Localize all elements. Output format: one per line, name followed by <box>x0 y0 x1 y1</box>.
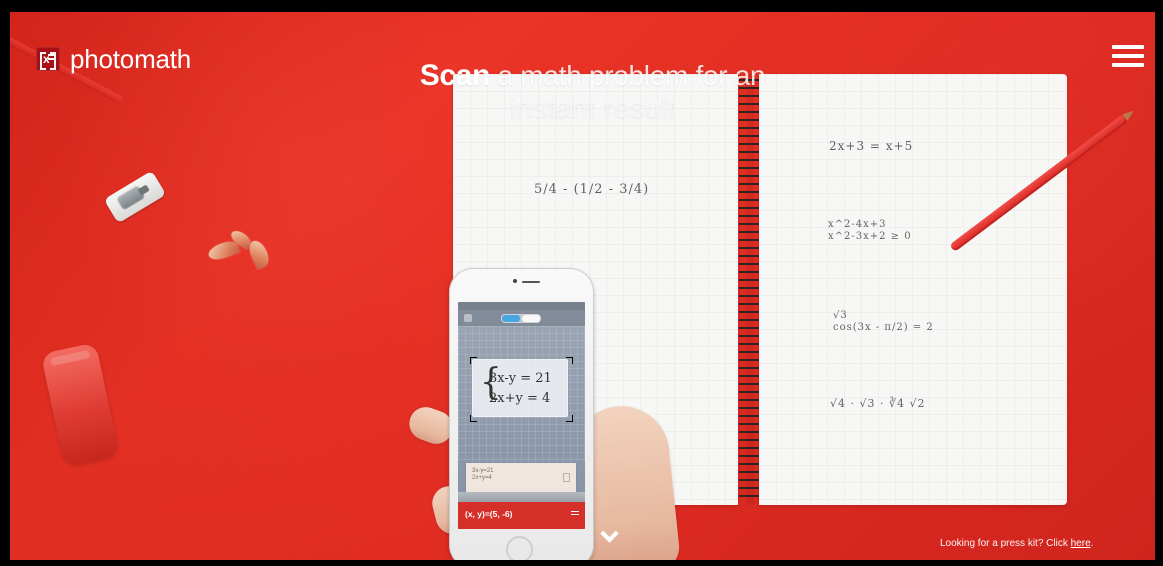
camera-mode-icon <box>502 315 520 322</box>
headline-second-line: instant result <box>509 92 676 124</box>
answer-bar: (x, y)=(5, -6) <box>458 502 585 529</box>
copy-icon <box>563 473 570 482</box>
recognized-problem-card: 3x-y=21 2x+y=4 <box>466 463 576 492</box>
hero-section: x photomath Scan a math problem for an i… <box>10 12 1155 560</box>
right-page-equation-3: √3 cos(3x - π/2) = 2 <box>833 310 934 333</box>
steps-menu-icon <box>571 511 579 518</box>
phone-home-button <box>506 536 533 560</box>
chevron-down-icon[interactable] <box>600 525 620 543</box>
brand-name: photomath <box>70 44 192 74</box>
press-kit-link[interactable]: here <box>1071 538 1091 549</box>
hero-headline: Scan a math problem for an instant resul… <box>395 59 790 124</box>
answer-text: (x, y)=(5, -6) <box>465 509 513 519</box>
app-toolbar <box>458 310 585 326</box>
right-page-equation-4: √4 · √3 · ∛4 √2 <box>830 397 926 410</box>
headline-first-line-rest: a math problem for an <box>490 60 766 91</box>
scanned-equations: 3x-y = 21 2x+y = 4 <box>489 369 569 409</box>
background-gradient-overlay <box>10 12 430 560</box>
calculator-mode-icon <box>522 315 540 322</box>
headline-bold-word: Scan <box>419 59 491 92</box>
brand-logo[interactable]: x photomath <box>36 42 236 76</box>
scan-corner-top-right <box>566 357 573 364</box>
phone-screen: { 3x-y = 21 2x+y = 4 3x-y=21 2x+y=4 (x, … <box>458 302 585 529</box>
camera-preview-strip <box>458 492 585 502</box>
notebook-spiral-binding <box>739 79 759 502</box>
scan-corner-top-left <box>470 357 477 364</box>
phone-camera-dot <box>513 279 517 283</box>
phone-speaker <box>522 281 540 283</box>
scanned-equation-line-2: 2x+y = 4 <box>489 391 551 406</box>
browser-viewport: x photomath Scan a math problem for an i… <box>0 0 1163 566</box>
press-kit-period: . <box>1090 538 1094 549</box>
scanned-equation-line-1: 3x-y = 21 <box>489 371 552 386</box>
pencil-shavings <box>206 227 284 275</box>
scan-corner-bottom-left <box>470 415 477 422</box>
scan-mode-toggle <box>501 314 541 323</box>
smartphone-demo: { 3x-y = 21 2x+y = 4 3x-y=21 2x+y=4 (x, … <box>449 268 594 560</box>
hamburger-menu-icon[interactable] <box>1112 45 1146 69</box>
right-page-equation-2: x^2-4x+3 x^2-3x+2 ≥ 0 <box>828 219 912 242</box>
app-menu-icon <box>464 314 472 322</box>
left-page-equation: 5/4 - (1/2 - 3/4) <box>534 182 650 197</box>
scan-corner-bottom-right <box>566 415 573 422</box>
press-kit-note: Looking for a press kit? Click here. <box>940 538 1093 550</box>
press-kit-text: Looking for a press kit? Click <box>940 538 1071 549</box>
right-page-equation-1: 2x+3 = x+5 <box>829 139 914 153</box>
recognized-problem-text: 3x-y=21 2x+y=4 <box>472 468 494 481</box>
photomath-logo-icon: x <box>36 47 60 71</box>
phone-status-bar <box>458 302 585 310</box>
